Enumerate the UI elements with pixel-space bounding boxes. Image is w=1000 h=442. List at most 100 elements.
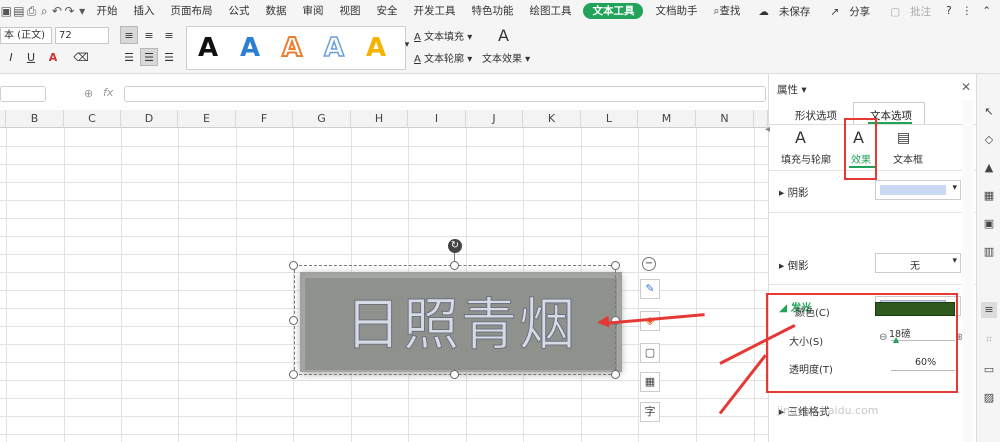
properties-icon[interactable]: ≡ [981,302,997,318]
text-style-black[interactable]: A [191,31,225,65]
preview-icon[interactable]: ⌕ [38,0,51,22]
scroll-left-icon[interactable]: ◂ [765,124,770,135]
shadow-preset-select[interactable]: ▾ [875,180,961,200]
italic-button[interactable]: I [2,48,20,66]
eraser-icon[interactable]: ⌫ [72,48,90,66]
column-header[interactable]: D [121,110,178,128]
collapse-float-icon[interactable]: − [642,257,656,271]
share-button[interactable]: ↗ 分享 [820,4,880,19]
search-button[interactable]: ⌕查找 [705,0,748,22]
resize-handle[interactable] [289,261,298,270]
align-left-button[interactable]: ≡ [120,26,138,44]
column-header[interactable]: E [178,110,236,128]
text-box-selection[interactable] [294,265,616,375]
image-icon[interactable]: ▨ [981,390,997,406]
align-bottom-button[interactable]: ☰ [160,48,178,66]
resize-handle[interactable] [289,370,298,379]
redo-icon[interactable]: ↷ [63,0,76,22]
column-header[interactable]: J [466,110,523,128]
name-box[interactable] [0,86,46,102]
font-color-button[interactable]: A [44,48,62,66]
fx-icon[interactable]: fx [103,86,113,99]
align-top-button[interactable]: ☰ [120,48,138,66]
table-icon[interactable]: ▦ [981,188,997,204]
resize-handle[interactable] [450,261,459,270]
menu-page-layout[interactable]: 页面布局 [162,0,220,22]
pen-icon[interactable]: ✎ [640,279,660,299]
column-header[interactable]: M [638,110,696,128]
grid-icon[interactable]: ▣ [981,216,997,232]
align-middle-button[interactable]: ☰ [140,48,158,66]
help-button[interactable]: ? [941,5,957,17]
zoom-icon[interactable]: ⊕ [84,87,93,100]
menu-drawing-tools[interactable]: 绘图工具 [521,0,579,22]
text-style-gold[interactable]: A [359,31,393,65]
font-name-select[interactable]: 本 (正文) [0,27,52,44]
text-style-blue[interactable]: A [233,31,267,65]
menu-start[interactable]: 开始 [88,0,125,22]
menu-developer[interactable]: 开发工具 [405,0,463,22]
column-header[interactable]: N [696,110,754,128]
char-format-button[interactable]: 字 [640,402,660,422]
menu-security[interactable]: 安全 [368,0,405,22]
panel-scrollbar[interactable] [962,100,974,442]
comment-button[interactable]: ▢ 批注 [880,4,941,19]
text-effect-button[interactable]: 文本效果 ▾ [482,50,530,65]
undo-icon[interactable]: ↶ [51,0,64,22]
menu-review[interactable]: 审阅 [294,0,331,22]
frame-icon[interactable]: ▢ [640,343,660,363]
menu-features[interactable]: 特色功能 [463,0,521,22]
column-header[interactable]: K [523,110,581,128]
close-icon[interactable]: ✕ [961,80,971,94]
column-header[interactable]: G [293,110,351,128]
subtab-textbox[interactable]: 文本框 [893,151,923,166]
chevron-down-icon[interactable]: ▾ [76,0,89,22]
cloud-unsaved-button[interactable]: ☁ 未保存 [748,4,820,19]
print-icon[interactable]: ⎙ [25,0,38,22]
crop-icon[interactable]: ⌗ [981,332,997,348]
underline-button[interactable]: U [22,48,40,66]
shadow-section[interactable]: ▸ 阴影 [779,185,809,200]
chart-icon[interactable]: ▥ [981,244,997,260]
font-size-select[interactable]: 72 [55,27,109,44]
subtab-fill-outline[interactable]: 填充与轮廓 [781,151,831,166]
clipboard-icon[interactable]: ▭ [981,362,997,378]
column-header[interactable]: H [351,110,408,128]
folder-icon[interactable]: ▣ [0,0,13,22]
menu-formula[interactable]: 公式 [220,0,257,22]
rotate-handle-icon[interactable]: ↻ [448,239,462,253]
column-header[interactable]: L [581,110,638,128]
reflection-section[interactable]: ▸ 倒影 [779,258,809,273]
menu-data[interactable]: 数据 [257,0,294,22]
save-icon[interactable]: ▤ [13,0,26,22]
more-icon[interactable]: ⋮ [957,5,978,17]
shapes-icon[interactable]: ◇ [981,132,997,148]
column-header[interactable]: I [408,110,466,128]
column-header[interactable]: C [64,110,121,128]
menu-insert[interactable]: 插入 [125,0,162,22]
resize-handle[interactable] [289,316,298,325]
layout-icon[interactable]: ▦ [640,372,660,392]
style-icon[interactable]: ▲ [981,160,997,176]
menu-view[interactable]: 视图 [331,0,368,22]
text-style-blue-outline[interactable]: A [317,31,351,65]
resize-handle[interactable] [611,261,620,270]
align-center-button[interactable]: ≡ [140,26,158,44]
text-style-orange-outline[interactable]: A [275,31,309,65]
text-fill-button[interactable]: A 文本填充 ▾ [414,28,472,43]
resize-handle[interactable] [611,370,620,379]
column-header[interactable]: F [236,110,293,128]
reflection-select[interactable]: 无 ▾ [875,253,961,273]
panel-title[interactable]: 属性 ▾ [777,82,807,97]
text-outline-button[interactable]: A 文本轮廓 ▾ [414,50,472,65]
menu-doc-assistant[interactable]: 文档助手 [647,0,705,22]
cursor-icon[interactable]: ↖ [981,104,997,120]
collapse-ribbon-icon[interactable]: ⌃ [977,5,996,17]
text-effect-icon[interactable]: A [498,26,509,45]
column-header[interactable]: B [6,110,64,128]
tab-shape-options[interactable]: 形状选项 [795,108,837,123]
resize-handle[interactable] [450,370,459,379]
formula-input[interactable] [124,86,766,102]
menu-text-tools[interactable]: 文本工具 [583,3,644,19]
align-right-button[interactable]: ≡ [160,26,178,44]
